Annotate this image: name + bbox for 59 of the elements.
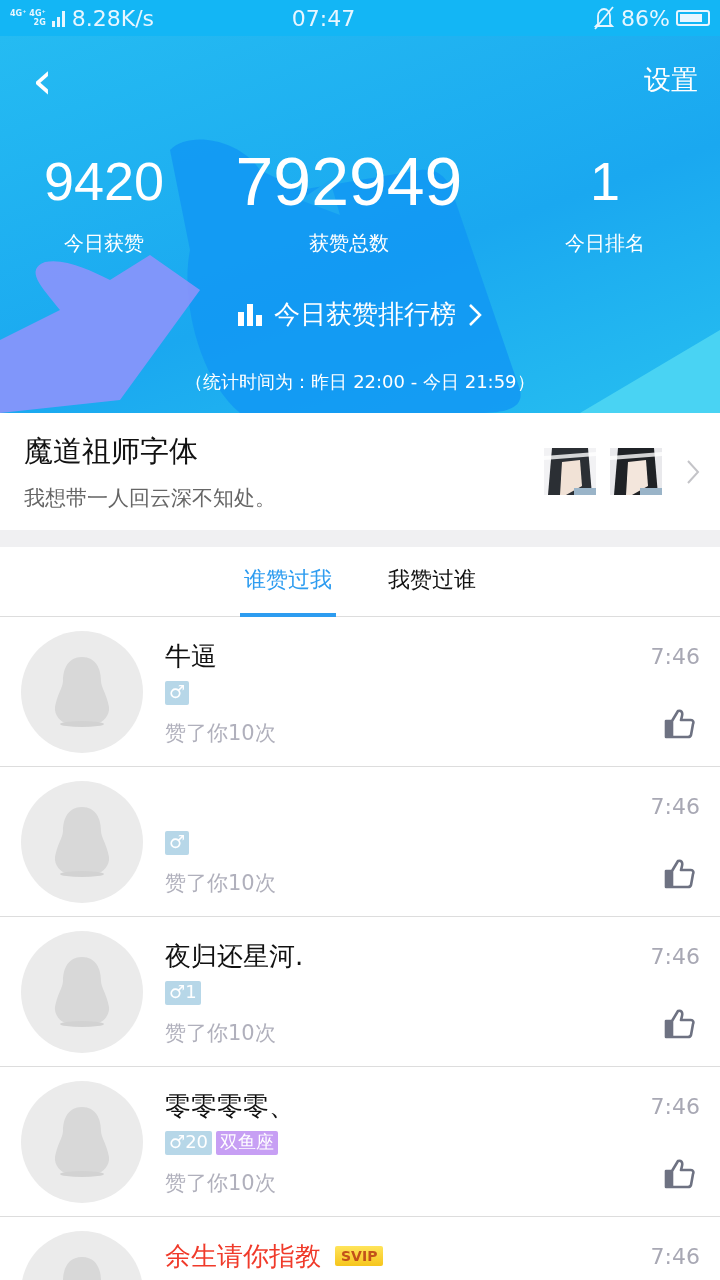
tab[interactable]: 我赞过谁 bbox=[384, 547, 480, 617]
font-card[interactable]: 魔道祖师字体 我想带一人回云深不知处。 bbox=[0, 413, 720, 530]
liker-row[interactable]: 牛逼 ♂ 赞了你10次 7:46 bbox=[0, 617, 720, 767]
user-name: 夜归还星河. bbox=[165, 939, 304, 973]
user-name: 牛逼 bbox=[165, 639, 217, 673]
stat-value: 9420 bbox=[43, 150, 165, 213]
bar-chart-icon bbox=[238, 303, 262, 326]
like-count: 赞了你10次 bbox=[165, 1020, 277, 1047]
avatar-icon bbox=[21, 1081, 143, 1203]
user-name: 零零零零、 bbox=[165, 1089, 295, 1123]
thumbs-up-icon[interactable] bbox=[663, 857, 695, 889]
liker-row[interactable]: ♂ 赞了你10次 7:46 bbox=[0, 767, 720, 917]
font-sample: 我想带一人回云深不知处。 bbox=[24, 484, 277, 512]
chevron-right-icon bbox=[686, 458, 700, 485]
thumbs-up-icon[interactable] bbox=[663, 707, 695, 739]
gender-age-tag: ♂20 bbox=[165, 1131, 213, 1155]
like-count: 赞了你10次 bbox=[165, 870, 277, 897]
gender-age-tag: ♂1 bbox=[165, 981, 201, 1005]
stat-label: 今日排名 bbox=[565, 230, 645, 257]
liker-row[interactable]: 夜归还星河. ♂1 赞了你10次 7:46 bbox=[0, 917, 720, 1067]
like-time: 7:46 bbox=[650, 1244, 700, 1269]
thumbs-up-icon[interactable] bbox=[663, 1007, 695, 1039]
avatar-icon bbox=[21, 931, 143, 1053]
tab[interactable]: 谁赞过我 bbox=[240, 547, 336, 617]
gender-age-tag: ♂ bbox=[165, 681, 190, 705]
network-type: 2G bbox=[33, 18, 46, 27]
battery-percent: 86% bbox=[621, 5, 670, 31]
clock: 07:47 bbox=[290, 5, 357, 31]
vip-badge: SVIP bbox=[335, 1246, 384, 1266]
gender-age-tag: ♂ bbox=[165, 831, 190, 855]
like-time: 7:46 bbox=[650, 1094, 700, 1119]
avatar-icon bbox=[21, 631, 143, 753]
thumbs-up-icon[interactable] bbox=[663, 1157, 695, 1189]
settings-button[interactable]: 设置 bbox=[644, 62, 698, 98]
signal-icon bbox=[51, 9, 66, 27]
stat-value: 1 bbox=[589, 150, 620, 213]
avatar-icon bbox=[21, 781, 143, 903]
network-type: 4G⁺ bbox=[29, 9, 46, 18]
liker-row[interactable]: 余生请你指教 SVIP 7:46 bbox=[0, 1217, 720, 1280]
stat-label: 今日获赞 bbox=[64, 230, 144, 257]
user-name: 余生请你指教 bbox=[165, 1239, 321, 1273]
font-title: 魔道祖师字体 bbox=[24, 432, 199, 470]
leaderboard-link[interactable]: 今日获赞排行榜 bbox=[238, 297, 482, 332]
like-count: 赞了你10次 bbox=[165, 720, 277, 747]
chevron-right-icon bbox=[468, 302, 482, 327]
period-note: （统计时间为：昨日 22:00 - 今日 21:59） bbox=[185, 370, 535, 394]
back-button[interactable]: ‹ bbox=[26, 54, 59, 106]
battery-icon bbox=[676, 10, 710, 26]
like-count: 赞了你10次 bbox=[165, 1170, 277, 1197]
like-time: 7:46 bbox=[650, 644, 700, 669]
liker-row[interactable]: 零零零零、 ♂20 双鱼座 赞了你10次 7:46 bbox=[0, 1067, 720, 1217]
muted-bell-icon bbox=[593, 6, 616, 30]
like-time: 7:46 bbox=[650, 944, 700, 969]
stat-value: 792949 bbox=[235, 146, 463, 216]
stat-label: 获赞总数 bbox=[309, 230, 389, 257]
zodiac-tag: 双鱼座 bbox=[216, 1131, 279, 1155]
network-speed: 8.28K/s bbox=[71, 5, 154, 31]
network-type: 4G⁺ bbox=[10, 9, 27, 18]
like-time: 7:46 bbox=[650, 794, 700, 819]
